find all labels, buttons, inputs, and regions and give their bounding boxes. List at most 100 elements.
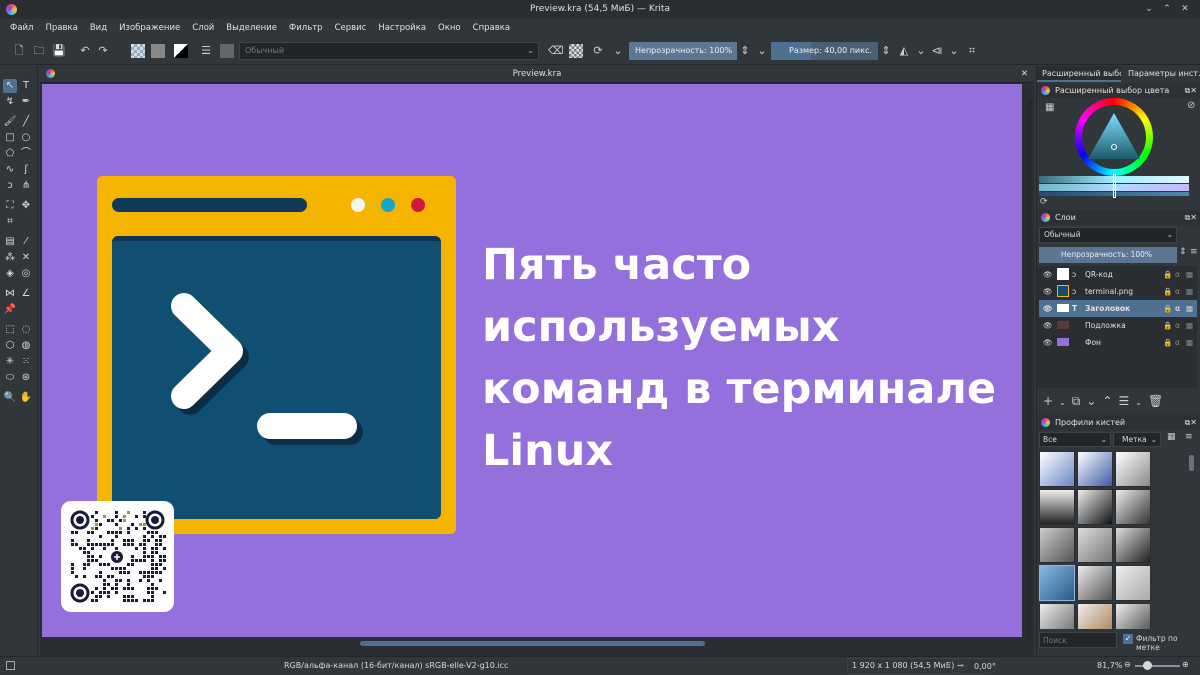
calligraphy-tool-icon[interactable]: ✒	[19, 95, 33, 109]
eye-icon[interactable]: 👁	[1043, 283, 1053, 300]
chevron-down-icon[interactable]: ⌄	[947, 44, 961, 58]
layer-blend-select[interactable]: Обычный ⌄	[1039, 227, 1177, 243]
chevron-down-icon[interactable]: ⌄	[755, 44, 769, 58]
magnetic-select-tool-icon[interactable]: ⊛	[19, 371, 33, 385]
color-picker-tool-icon[interactable]: ⁄	[19, 235, 33, 249]
polygon-tool-icon[interactable]: ⬠	[3, 147, 17, 161]
zoom-slider-track[interactable]	[1135, 665, 1180, 667]
alpha-icon[interactable]: α	[1175, 334, 1180, 351]
menu-file[interactable]: Файл	[4, 23, 39, 33]
hue-ring[interactable]	[1075, 98, 1153, 176]
text-tool-icon[interactable]: T	[19, 79, 33, 93]
duplicate-layer-icon[interactable]: ⧉	[1072, 394, 1087, 408]
reference-images-tool-icon[interactable]: 📌	[3, 303, 17, 317]
canvas[interactable]: Пять часто используемых команд в термина…	[42, 84, 1022, 637]
freehand-select-tool-icon[interactable]: ◍	[19, 339, 33, 353]
polyline-tool-icon[interactable]: ⌒	[19, 147, 33, 161]
reload-preset-icon[interactable]: ⟳	[591, 44, 605, 58]
alpha-icon[interactable]: α	[1175, 266, 1180, 283]
select-shapes-tool-icon[interactable]: ↖	[3, 79, 17, 93]
float-close-icon[interactable]: ⧉✕	[1185, 83, 1197, 98]
open-folder-icon[interactable]: 🗀	[32, 44, 46, 58]
zoom-in-icon[interactable]: ⊕	[1182, 660, 1189, 669]
color-settings-icon[interactable]: ▦	[1045, 102, 1054, 113]
tab-tool-options[interactable]: Параметры инст...	[1123, 66, 1200, 82]
float-close-icon[interactable]: ⧉✕	[1185, 415, 1197, 430]
redo-icon[interactable]: ↷	[96, 44, 110, 58]
crop-tool-icon[interactable]: ⌗	[3, 215, 17, 229]
transform-tool-icon[interactable]: ⛶	[3, 199, 17, 213]
layer-row[interactable]: 👁 Фон 🔒 α ▩	[1039, 334, 1197, 351]
color-profile-info[interactable]: RGB/альфа-канал (16-бит/канал) sRGB-elle…	[284, 661, 508, 670]
brush-filter-select[interactable]: Все ⌄	[1039, 432, 1111, 447]
brush-search-input[interactable]	[1039, 632, 1117, 648]
menu-select[interactable]: Выделение	[220, 23, 283, 33]
ellipse-select-tool-icon[interactable]: ◌	[19, 323, 33, 337]
enclose-fill-tool-icon[interactable]: ◎	[19, 267, 33, 281]
horizontal-scrollbar[interactable]	[360, 641, 705, 646]
brush-preset-tile[interactable]	[1115, 603, 1151, 629]
refresh-icon[interactable]: ⟳	[1040, 197, 1048, 207]
dynamic-brush-tool-icon[interactable]: ↄ	[3, 179, 17, 193]
pan-tool-icon[interactable]: ✋	[19, 391, 33, 405]
lock-icon[interactable]: 🔒	[1163, 283, 1172, 300]
bezier-tool-icon[interactable]: ∿	[3, 163, 17, 177]
menu-window[interactable]: Окно	[432, 23, 467, 33]
similar-select-tool-icon[interactable]: ⁙	[19, 355, 33, 369]
smart-patch-tool-icon[interactable]: ✕	[19, 251, 33, 265]
add-layer-icon[interactable]: +	[1043, 394, 1059, 408]
brush-preset-tile[interactable]	[1077, 489, 1113, 525]
brush-tag-select[interactable]: Метка ⌄	[1113, 432, 1161, 447]
ellipse-tool-icon[interactable]: ○	[19, 131, 33, 145]
lock-icon[interactable]: 🔒	[1163, 266, 1172, 283]
menu-tools[interactable]: Сервис	[329, 23, 373, 33]
size-slider[interactable]: Размер: 40,00 пикс.	[771, 42, 878, 60]
menu-layer[interactable]: Слой	[186, 23, 220, 33]
save-icon[interactable]: 💾	[52, 44, 66, 58]
hamburger-menu-icon[interactable]: ≡	[1190, 247, 1198, 257]
multibrush-tool-icon[interactable]: ⋔	[19, 179, 33, 193]
spin-arrows-icon[interactable]: ⇕	[738, 44, 752, 58]
inherit-alpha-icon[interactable]: ▩	[1186, 266, 1193, 283]
crop-icon[interactable]: ⌗	[965, 44, 979, 58]
brush-preset-tile[interactable]	[1039, 451, 1075, 487]
zoom-value[interactable]: 81,7%	[1097, 661, 1122, 670]
assistant-tool-icon[interactable]: ⋈	[3, 287, 17, 301]
document-tab[interactable]: Preview.kra ✕	[40, 66, 1034, 83]
alpha-lock-icon[interactable]	[569, 44, 583, 58]
spin-arrows-icon[interactable]: ⇕	[1179, 247, 1187, 257]
spin-arrows-icon[interactable]: ⇕	[879, 44, 893, 58]
brush-preset-tile[interactable]	[1115, 565, 1151, 601]
close-window-icon[interactable]: ✕	[1178, 2, 1192, 16]
menu-edit[interactable]: Правка	[39, 23, 83, 33]
alpha-icon[interactable]: α	[1175, 283, 1180, 300]
mirror-horizontal-icon[interactable]: ◭	[897, 44, 911, 58]
chevron-down-icon[interactable]: ⌄	[611, 44, 625, 58]
mirror-vertical-icon[interactable]: ⧏	[930, 44, 944, 58]
brush-preset-tile[interactable]	[1077, 451, 1113, 487]
menu-filter[interactable]: Фильтр	[283, 23, 329, 33]
brush-preset-tile[interactable]	[1115, 451, 1151, 487]
close-document-icon[interactable]: ✕	[1021, 66, 1028, 83]
brush-preset-tile[interactable]	[1039, 603, 1075, 629]
menu-help[interactable]: Справка	[467, 23, 516, 33]
brush-preset-tile-selected[interactable]	[1039, 565, 1075, 601]
zoom-tool-icon[interactable]: 🔍	[3, 391, 17, 405]
line-tool-icon[interactable]: ╱	[19, 115, 33, 129]
eraser-icon[interactable]: ⌫	[548, 44, 564, 58]
layer-properties-icon[interactable]: ☰	[1118, 394, 1135, 408]
freehand-brush-tool-icon[interactable]: 🖌	[3, 115, 17, 129]
brush-preset-tile[interactable]	[1115, 527, 1151, 563]
brush-preset-tile[interactable]	[1039, 527, 1075, 563]
freehand-path-tool-icon[interactable]: ʃ	[19, 163, 33, 177]
move-down-icon[interactable]: ⌄	[1086, 394, 1102, 408]
layer-row[interactable]: 👁 ↄ QR-код 🔒 α ▩	[1039, 266, 1197, 283]
gradient-icon[interactable]	[151, 44, 165, 58]
maximize-icon[interactable]: ⌃	[1160, 2, 1174, 16]
chevron-down-icon[interactable]: ⌄	[1059, 398, 1072, 407]
brush-grid-scrollbar[interactable]	[1189, 455, 1194, 471]
zoom-slider-handle[interactable]	[1143, 661, 1152, 670]
eye-icon[interactable]: 👁	[1043, 266, 1053, 283]
brush-preset-icon[interactable]	[220, 44, 234, 58]
image-dimensions[interactable]: 1 920 x 1 080 (54,5 МиБ)	[847, 658, 960, 674]
